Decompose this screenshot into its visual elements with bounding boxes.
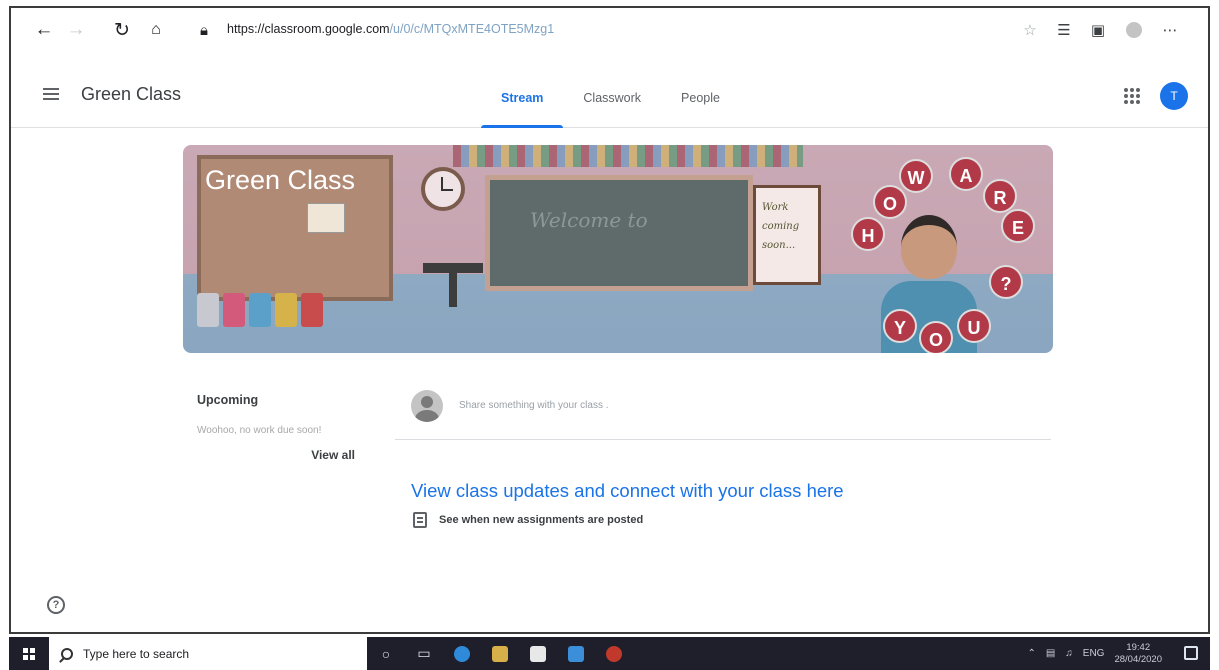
task-view-icon[interactable]: ▭ bbox=[405, 637, 443, 670]
taskbar-search-placeholder: Type here to search bbox=[83, 646, 190, 661]
network-icon[interactable]: ▤ bbox=[1046, 648, 1055, 659]
tab-bar: Stream Classwork People bbox=[481, 52, 740, 128]
bubble-letter: E bbox=[1001, 209, 1035, 243]
refresh-icon[interactable]: ↻ bbox=[109, 17, 135, 43]
system-tray: ⌃ ▤ ♫ ENG 19:42 28/04/2020 bbox=[1027, 637, 1162, 670]
assignments-text: See when new assignments are posted bbox=[439, 514, 644, 526]
user-avatar bbox=[411, 390, 443, 422]
taskbar-search[interactable]: Type here to search bbox=[49, 637, 367, 670]
start-button[interactable] bbox=[9, 637, 49, 670]
easel-line: coming bbox=[762, 221, 800, 232]
upcoming-title: Upcoming bbox=[197, 393, 259, 407]
mail-icon[interactable] bbox=[557, 637, 595, 670]
address-bar[interactable]: https://classroom.google.com/u/0/c/MTQxM… bbox=[227, 22, 554, 36]
classroom-header: Green Class Stream Classwork People T bbox=[11, 52, 1208, 128]
tab-stream[interactable]: Stream bbox=[481, 52, 564, 128]
url-path: /u/0/c/MTQxMTE4OTE5Mzg1 bbox=[389, 22, 555, 36]
search-icon bbox=[61, 647, 73, 660]
cortana-icon[interactable]: ○ bbox=[367, 637, 405, 670]
tab-classwork[interactable]: Classwork bbox=[563, 52, 661, 128]
store-icon[interactable] bbox=[519, 637, 557, 670]
bubble-letter: A bbox=[949, 157, 983, 191]
tray-chevron-icon[interactable]: ⌃ bbox=[1027, 648, 1035, 659]
easel-line: soon... bbox=[762, 240, 796, 251]
bubble-letter: W bbox=[899, 159, 933, 193]
more-icon[interactable]: ⋯ bbox=[1159, 19, 1181, 41]
class-banner: Welcome to Work coming soon... H O W A R… bbox=[183, 145, 1053, 353]
tray-language[interactable]: ENG bbox=[1083, 648, 1105, 659]
pencil-border-decoration bbox=[453, 145, 803, 167]
chalkboard-text: Welcome to bbox=[530, 208, 648, 232]
upcoming-message: Woohoo, no work due soon! bbox=[197, 425, 322, 436]
windows-taskbar: Type here to search ○ ▭ ⌃ ▤ ♫ ENG 19:42 … bbox=[9, 637, 1210, 670]
clock-illustration bbox=[421, 167, 465, 211]
bubble-letter: Y bbox=[883, 309, 917, 343]
bubble-letter: O bbox=[919, 321, 953, 353]
taskbar-time: 19:42 bbox=[1126, 641, 1151, 653]
app-icon[interactable] bbox=[595, 637, 633, 670]
bubble-letter: R bbox=[983, 179, 1017, 213]
google-apps-icon[interactable] bbox=[1124, 88, 1140, 104]
volume-icon[interactable]: ♫ bbox=[1065, 648, 1073, 659]
help-icon[interactable]: ? bbox=[47, 596, 65, 614]
share-box[interactable]: Share something with your class . bbox=[395, 378, 1051, 440]
browser-window: ← → ↻ ⌂ 🔒︎ https://classroom.google.com/… bbox=[9, 6, 1210, 634]
easel-illustration: Work coming soon... bbox=[753, 185, 821, 285]
account-avatar[interactable]: T bbox=[1160, 82, 1188, 110]
back-arrow-icon[interactable]: ← bbox=[31, 17, 57, 43]
assignment-icon bbox=[413, 512, 427, 528]
banner-class-title: Green Class bbox=[205, 165, 356, 195]
desk-leg bbox=[449, 273, 457, 307]
class-title[interactable]: Green Class bbox=[81, 84, 181, 105]
updates-heading: View class updates and connect with your… bbox=[411, 480, 844, 501]
taskbar-date: 28/04/2020 bbox=[1114, 653, 1162, 665]
collections-icon[interactable]: ▣ bbox=[1087, 19, 1109, 41]
file-explorer-icon[interactable] bbox=[481, 637, 519, 670]
easel-line: Work bbox=[762, 202, 789, 213]
desk-illustration bbox=[423, 263, 483, 273]
forward-arrow-icon[interactable]: → bbox=[63, 17, 89, 43]
notification-center-icon[interactable] bbox=[1184, 646, 1198, 660]
star-icon[interactable]: ☆ bbox=[1019, 19, 1041, 41]
books-illustration bbox=[197, 293, 347, 329]
note-illustration bbox=[307, 203, 345, 233]
edge-browser-icon[interactable] bbox=[443, 637, 481, 670]
chalkboard-illustration: Welcome to bbox=[485, 175, 753, 291]
url-host: https://classroom.google.com bbox=[227, 22, 390, 36]
profile-icon[interactable] bbox=[1123, 19, 1145, 41]
view-all-link[interactable]: View all bbox=[197, 448, 355, 462]
assignments-hint: See when new assignments are posted bbox=[413, 512, 643, 528]
bubble-letter: ? bbox=[989, 265, 1023, 299]
hamburger-menu-icon[interactable] bbox=[43, 88, 59, 100]
tab-people[interactable]: People bbox=[661, 52, 740, 128]
bubble-letter: U bbox=[957, 309, 991, 343]
share-placeholder[interactable]: Share something with your class . bbox=[459, 400, 609, 411]
upcoming-panel: Upcoming Woohoo, no work due soon! View … bbox=[197, 393, 355, 462]
easel-text: Work coming soon... bbox=[762, 198, 799, 255]
lock-icon: 🔒︎ bbox=[200, 21, 208, 39]
browser-toolbar: ← → ↻ ⌂ 🔒︎ https://classroom.google.com/… bbox=[11, 8, 1208, 52]
home-icon[interactable]: ⌂ bbox=[143, 17, 169, 43]
taskbar-clock[interactable]: 19:42 28/04/2020 bbox=[1114, 642, 1162, 666]
favorites-icon[interactable]: ☰ bbox=[1053, 19, 1075, 41]
windows-logo-icon bbox=[23, 647, 35, 660]
